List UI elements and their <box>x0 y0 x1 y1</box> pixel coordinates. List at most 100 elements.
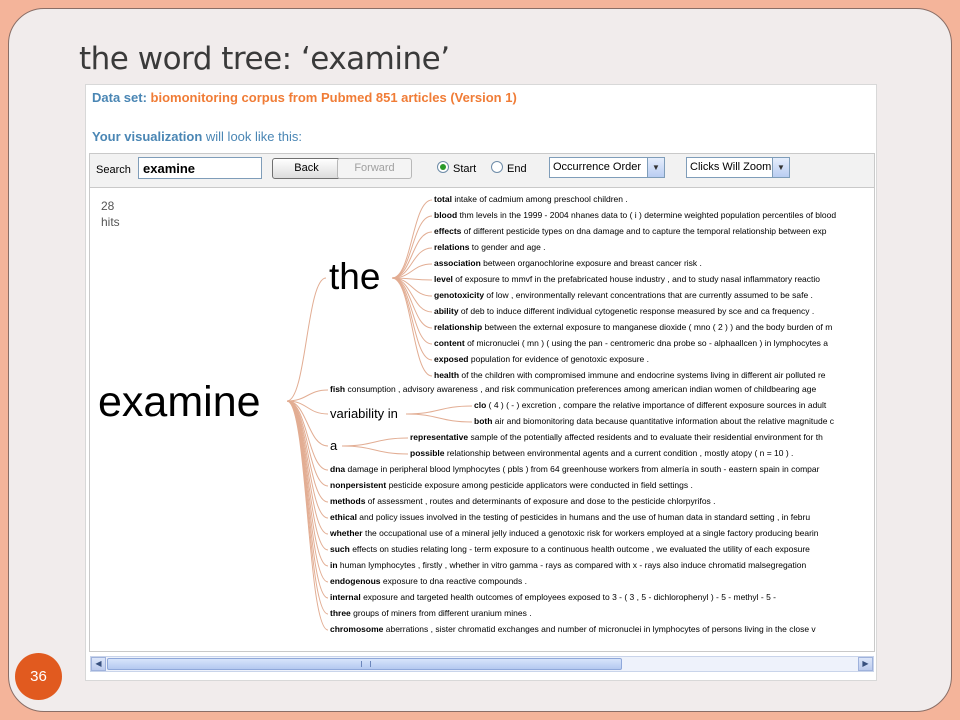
tree-leaf-keyword: total <box>434 194 452 204</box>
tree-leaf-keyword: association <box>434 258 481 268</box>
slide: the word tree: ‘examine’ Data set: biomo… <box>8 8 952 712</box>
horizontal-scrollbar[interactable]: ◀ ▶ <box>90 656 874 672</box>
tree-leaf-keyword: both <box>474 416 493 426</box>
tree-branch <box>341 437 409 447</box>
search-input[interactable] <box>138 157 262 179</box>
visualization-caption-bold: Your visualization <box>92 129 203 144</box>
tree-leaf[interactable]: ethical and policy issues involved in th… <box>330 512 810 522</box>
tree-leaf-keyword: possible <box>410 448 445 458</box>
tree-leaf[interactable]: in human lymphocytes , firstly , whether… <box>330 560 806 570</box>
tree-branch <box>286 400 329 599</box>
tree-leaf-text: air and biomonitoring data because quant… <box>492 416 835 426</box>
tree-leaf[interactable]: effects of different pesticide types on … <box>434 226 827 236</box>
order-select[interactable]: Occurrence Order ▼ <box>549 157 665 178</box>
tree-leaf[interactable]: methods of assessment , routes and deter… <box>330 496 716 506</box>
tree-leaf[interactable]: dna damage in peripheral blood lymphocyt… <box>330 464 819 474</box>
tree-leaf-keyword: chromosome <box>330 624 384 634</box>
visualization-caption-rest: will look like this: <box>202 129 302 144</box>
tree-leaf-text: of low , environmentally relevant concen… <box>484 290 813 300</box>
tree-leaf[interactable]: fish consumption , advisory awareness , … <box>330 384 816 394</box>
tree-leaf-text: intake of cadmium among preschool childr… <box>451 194 628 204</box>
tree-leaf-keyword: dna <box>330 464 346 474</box>
tree-leaf[interactable]: total intake of cadmium among preschool … <box>434 194 628 204</box>
tree-leaf-keyword: ability <box>434 306 459 316</box>
tree-branch <box>405 405 473 415</box>
tree-root-word[interactable]: examine <box>98 378 261 427</box>
scroll-left-icon[interactable]: ◀ <box>91 657 106 671</box>
tree-leaf[interactable]: genotoxicity of low , environmentally re… <box>434 290 813 300</box>
tree-leaf[interactable]: association between organochlorine expos… <box>434 258 702 268</box>
tree-leaf[interactable]: blood thm levels in the 1999 - 2004 nhan… <box>434 210 836 220</box>
tree-leaf-text: of assessment , routes and determinants … <box>365 496 716 506</box>
tree-leaf-text: effects on studies relating long - term … <box>349 544 810 554</box>
tree-branch <box>286 400 329 583</box>
tree-leaf-text: of the children with compromised immune … <box>459 370 826 380</box>
tree-leaf-keyword: genotoxicity <box>434 290 485 300</box>
order-select-value: Occurrence Order <box>553 161 642 173</box>
tree-leaf-text: ( 4 ) ( - ) excretion , compare the rela… <box>486 400 827 410</box>
tree-leaf-text: the occupational use of a mineral jelly … <box>362 528 819 538</box>
forward-button[interactable]: Forward <box>337 158 412 179</box>
zoom-select[interactable]: Clicks Will Zoom ▼ <box>686 157 790 178</box>
back-button[interactable]: Back <box>272 158 341 179</box>
tree-leaf[interactable]: such effects on studies relating long - … <box>330 544 810 554</box>
tree-leaf-keyword: content <box>434 338 465 348</box>
word-tree-canvas[interactable]: 28 hits examine the variability in a tot… <box>89 187 875 652</box>
word-tree-toolbar: Search Back Forward Start End Occurrence… <box>89 153 875 187</box>
chevron-down-icon: ▼ <box>772 158 789 177</box>
tree-leaf[interactable]: three groups of miners from different ur… <box>330 608 532 618</box>
tree-leaf-keyword: relationship <box>434 322 483 332</box>
tree-leaf[interactable]: level of exposure to mmvf in the prefabr… <box>434 274 820 284</box>
tree-leaf-text: damage in peripheral blood lymphocytes (… <box>345 464 820 474</box>
dataset-link[interactable]: biomonitoring corpus from Pubmed 851 art… <box>151 90 517 105</box>
tree-leaf[interactable]: relationship between the external exposu… <box>434 322 832 332</box>
tree-leaf-keyword: whether <box>330 528 363 538</box>
scrollbar-thumb[interactable] <box>107 658 622 670</box>
tree-leaf[interactable]: possible relationship between environmen… <box>410 448 793 458</box>
tree-leaf[interactable]: content of micronuclei ( mn ) ( using th… <box>434 338 828 348</box>
dataset-label: Data set: <box>92 90 147 105</box>
tree-branch <box>405 413 473 423</box>
tree-leaf-keyword: fish <box>330 384 346 394</box>
tree-leaf-keyword: effects <box>434 226 462 236</box>
tree-leaf-text: sample of the potentially affected resid… <box>468 432 823 442</box>
tree-node-variability-in[interactable]: variability in <box>330 406 398 421</box>
tree-leaf[interactable]: representative sample of the potentially… <box>410 432 823 442</box>
tree-node-a[interactable]: a <box>330 438 337 453</box>
chevron-down-icon: ▼ <box>647 158 664 177</box>
tree-leaf-text: consumption , advisory awareness , and r… <box>345 384 817 394</box>
tree-leaf-keyword: health <box>434 370 460 380</box>
tree-node-the[interactable]: the <box>329 256 380 298</box>
tree-leaf-text: thm levels in the 1999 - 2004 nhanes dat… <box>457 210 837 220</box>
tree-leaf-keyword: ethical <box>330 512 357 522</box>
tree-leaf[interactable]: relations to gender and age . <box>434 242 546 252</box>
page-number-badge: 36 <box>15 653 62 700</box>
word-tree-screenshot: Data set: biomonitoring corpus from Pubm… <box>85 84 877 681</box>
tree-leaf-keyword: representative <box>410 432 469 442</box>
tree-leaf[interactable]: health of the children with compromised … <box>434 370 826 380</box>
tree-leaf[interactable]: endogenous exposure to dna reactive comp… <box>330 576 527 586</box>
tree-leaf-keyword: in <box>330 560 338 570</box>
tree-leaf-text: of exposure to mmvf in the prefabricated… <box>452 274 821 284</box>
tree-branch <box>286 277 327 402</box>
scroll-right-icon[interactable]: ▶ <box>858 657 873 671</box>
start-radio[interactable] <box>437 161 449 173</box>
tree-leaf-keyword: blood <box>434 210 458 220</box>
tree-leaf[interactable]: both air and biomonitoring data because … <box>474 416 834 426</box>
tree-leaf[interactable]: internal exposure and targeted health ou… <box>330 592 776 602</box>
tree-leaf[interactable]: clo ( 4 ) ( - ) excretion , compare the … <box>474 400 826 410</box>
tree-leaf[interactable]: ability of deb to induce different indiv… <box>434 306 814 316</box>
start-radio-label: Start <box>453 163 477 175</box>
tree-leaf-text: between organochlorine exposure and brea… <box>480 258 702 268</box>
tree-leaf[interactable]: exposed population for evidence of genot… <box>434 354 649 364</box>
tree-leaf[interactable]: chromosome aberrations , sister chromati… <box>330 624 816 634</box>
tree-branch <box>286 400 329 615</box>
tree-branch <box>391 215 433 279</box>
tree-leaf-text: groups of miners from different uranium … <box>350 608 532 618</box>
tree-leaf[interactable]: nonpersistent pesticide exposure among p… <box>330 480 693 490</box>
end-radio[interactable] <box>491 161 503 173</box>
end-radio-label: End <box>507 163 527 175</box>
tree-leaf[interactable]: whether the occupational use of a minera… <box>330 528 819 538</box>
tree-leaf-text: pesticide exposure among pesticide appli… <box>386 480 693 490</box>
tree-leaf-text: aberrations , sister chromatid exchanges… <box>383 624 816 634</box>
